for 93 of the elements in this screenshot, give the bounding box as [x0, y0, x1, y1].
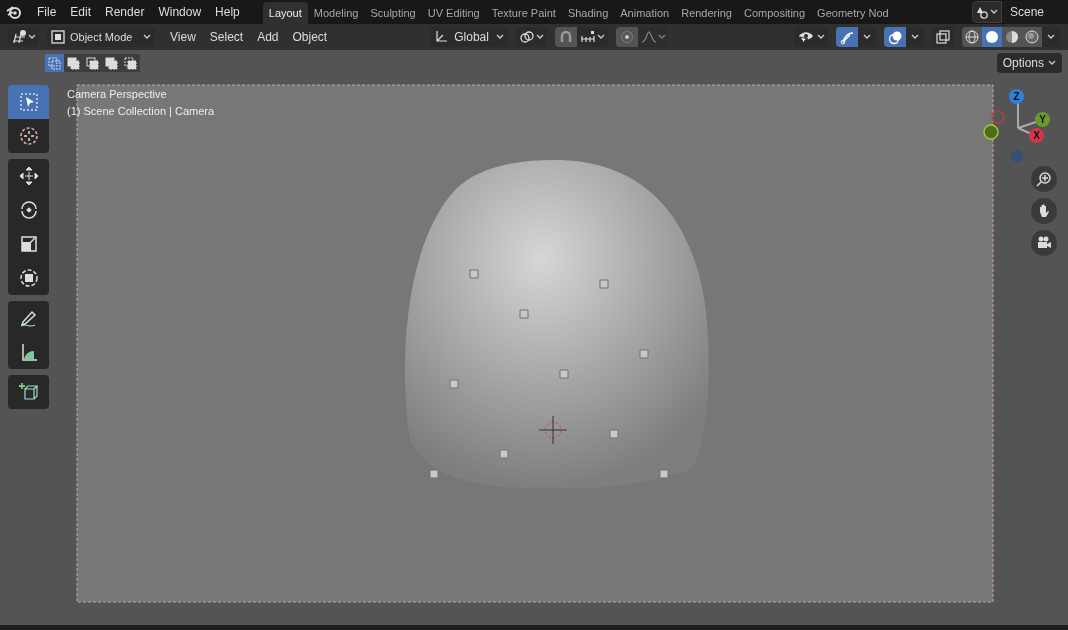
eye-icon [797, 30, 815, 44]
workspace-tab[interactable]: Layout [262, 2, 308, 24]
orientation-dropdown[interactable]: Global [430, 27, 509, 47]
select-box-icon [17, 91, 40, 113]
snap-increment-icon [580, 31, 597, 43]
chevron-icon [1047, 34, 1055, 40]
selection-mode-button[interactable] [102, 54, 121, 72]
camera-icon [1036, 235, 1052, 251]
tool-button[interactable] [8, 261, 49, 295]
tool-button[interactable] [8, 375, 49, 409]
workspace-tab[interactable]: UV Editing [421, 2, 486, 24]
menu-item[interactable]: Help [208, 3, 247, 21]
menu-item[interactable]: Render [98, 3, 152, 21]
selection-mode-button[interactable] [64, 54, 83, 72]
material-icon [1005, 30, 1019, 44]
overlay-icon [887, 29, 903, 45]
shading-mode-button[interactable] [1002, 27, 1022, 47]
move-icon [17, 165, 40, 187]
transform-icon [17, 267, 40, 289]
magnet-icon [559, 30, 574, 44]
gizmo-icon [839, 29, 855, 45]
subtract-selection-icon [86, 56, 99, 70]
new-selection-icon [48, 56, 61, 70]
cursor-icon [17, 125, 40, 147]
snap-dropdown[interactable] [577, 27, 609, 47]
header-menu-item[interactable]: Select [202, 28, 251, 46]
cube-add-icon [17, 381, 40, 403]
xray-toggle[interactable] [932, 27, 954, 47]
workspace-tab[interactable]: Compositing [737, 2, 812, 24]
difference-selection-icon [105, 56, 118, 70]
object-mode-icon [51, 30, 65, 44]
zoom-icon [1036, 171, 1052, 187]
menu-item[interactable]: File [30, 3, 64, 21]
chevron-icon [28, 34, 36, 40]
tool-button[interactable] [8, 159, 49, 193]
overlay-toggle[interactable] [884, 27, 906, 47]
shading-mode-button[interactable] [962, 27, 982, 47]
workspace-tab[interactable]: Sculpting [364, 2, 422, 24]
chevron-icon [817, 34, 825, 40]
chevron-icon [597, 34, 606, 40]
shading-mode-button[interactable] [1022, 27, 1042, 47]
snap-toggle[interactable] [555, 27, 578, 47]
proportional-toggle[interactable] [616, 27, 639, 47]
intersect-selection-icon [124, 56, 137, 70]
proportional-icon [620, 30, 635, 44]
chevron-icon [143, 34, 151, 40]
scene-icon [976, 5, 989, 19]
wireframe-icon [965, 30, 979, 44]
extend-selection-icon [67, 56, 80, 70]
app-logo-icon[interactable] [6, 5, 22, 19]
shading-dropdown[interactable] [1042, 27, 1060, 47]
editor-type-button[interactable] [8, 27, 39, 47]
workspace-tab[interactable]: Texture Paint [485, 2, 562, 24]
scene-selector[interactable] [972, 1, 1002, 23]
chevron-icon [990, 9, 998, 15]
axes-icon [434, 30, 449, 44]
workspace-tab[interactable]: Modeling [307, 2, 365, 24]
view-title: Camera Perspective [67, 87, 167, 102]
chevron-icon [496, 34, 505, 40]
gizmo-toggle[interactable] [836, 27, 858, 47]
tool-button[interactable] [8, 335, 49, 369]
selection-mode-button[interactable] [83, 54, 102, 72]
header-menu-item[interactable]: View [163, 28, 203, 46]
chevron-icon [658, 34, 667, 40]
view-subtitle: (1) Scene Collection | Camera [67, 104, 215, 119]
chevron-icon [536, 34, 545, 40]
chevron-icon [1048, 60, 1056, 66]
visibility-dropdown[interactable] [794, 27, 828, 47]
header-menu-item[interactable]: Object [285, 28, 335, 46]
rendered-icon [1025, 30, 1039, 44]
pivot-dropdown[interactable] [516, 27, 548, 47]
overlay-dropdown[interactable] [906, 27, 924, 47]
header-menu-item[interactable]: Add [250, 28, 286, 46]
chevron-icon [911, 34, 919, 40]
workspace-tab[interactable]: Geometry Nod [811, 2, 895, 24]
editor-type-icon [11, 29, 27, 45]
gizmo-dropdown[interactable] [858, 27, 876, 47]
solid-icon [985, 30, 999, 44]
workspace-tab[interactable]: Shading [561, 2, 615, 24]
workspace-tab[interactable]: Rendering [675, 2, 738, 24]
shading-mode-button[interactable] [982, 27, 1002, 47]
falloff-curve-icon [641, 31, 658, 43]
chevron-icon [863, 34, 871, 40]
link-icon [519, 30, 536, 44]
workspace-tab[interactable]: Animation [614, 2, 676, 24]
menu-item[interactable]: Window [151, 3, 209, 21]
tool-button[interactable] [8, 119, 49, 153]
mode-dropdown[interactable]: Object Mode [47, 27, 155, 47]
xray-icon [936, 30, 950, 44]
selection-mode-button[interactable] [121, 54, 140, 72]
tool-button[interactable] [8, 301, 49, 335]
options-dropdown[interactable]: Options [996, 53, 1062, 73]
menu-item[interactable]: Edit [63, 3, 99, 21]
